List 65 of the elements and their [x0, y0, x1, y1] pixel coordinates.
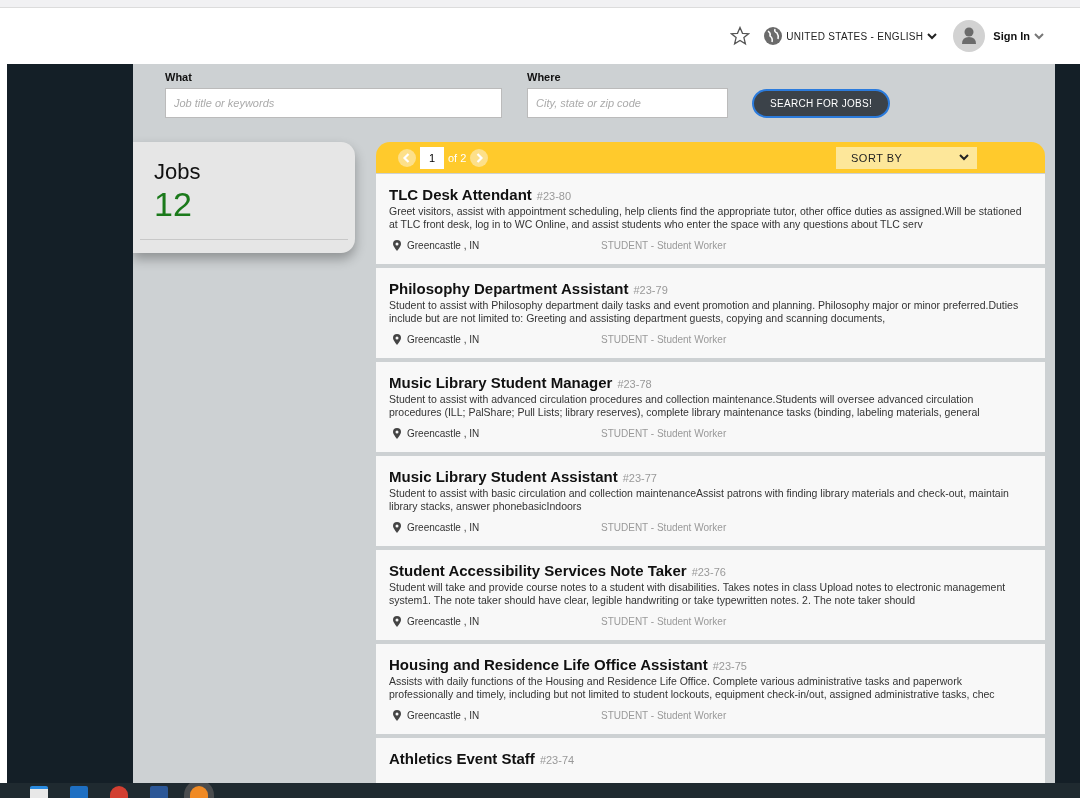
jobs-count: 12 — [154, 185, 193, 223]
job-type: STUDENT - Student Worker — [601, 522, 727, 533]
job-location: Greencastle , IN — [407, 240, 480, 251]
job-description: Student will take and provide course notes to a student with disabilities. Takes notes in class Upload notes to electronic management system1. The note taker should have clear, legible handwriting or take typewritten notes. 2. The note taker should — [389, 581, 1007, 607]
job-title[interactable]: Athletics Event Staff — [389, 750, 535, 767]
job-description: Student to assist with Philosophy department daily tasks and event promotion and planning. Philosophy major or minor preferred.Duties include but are not limited to: Greeting and assisting department guests, copying and scanning documents, — [389, 299, 1020, 325]
job-card[interactable] — [376, 456, 1045, 546]
job-type: STUDENT - Student Worker — [601, 710, 727, 721]
job-code: #23-75 — [712, 660, 747, 672]
job-code: #23-74 — [539, 754, 575, 766]
location-pin-icon — [393, 240, 401, 251]
job-card[interactable] — [376, 268, 1045, 358]
sign-in-menu[interactable]: Sign In — [993, 30, 1044, 42]
page-count: of 2 — [448, 151, 467, 164]
sort-dropdown[interactable]: SORT BY — [836, 146, 977, 169]
job-description: Student to assist with basic circulation and collection maintenanceAssist patrons with finding library materials and check-out, maintain library stacks, answer phonebasicIndoors — [389, 487, 1010, 513]
job-description: Student to assist with advanced circulation procedures and collection maintenance.Students will oversee advanced circulation procedures (ILL; PalShare; Pull Lists; library reserves), complete library maintenance tasks (binding, labeling materials, general — [389, 393, 981, 419]
job-code: #23-76 — [691, 566, 726, 578]
job-location: Greencastle , IN — [407, 710, 480, 721]
job-card[interactable]: Athletics Event Staff #23-74 — [376, 738, 1045, 783]
job-code: #23-80 — [536, 190, 572, 202]
job-description: Assists with daily functions of the Housing and Residence Life Office. Complete various administrative tasks and paperwork professionally and timely, including but not limited to student lockouts, equipment check-in/out, assigned administrative tasks, chec — [389, 675, 996, 701]
field-label: Where — [527, 71, 562, 83]
job-location: Greencastle , IN — [407, 616, 480, 627]
search-button[interactable]: SEARCH FOR JOBS! — [752, 89, 891, 118]
job-type: STUDENT - Student Worker — [601, 240, 727, 251]
job-description: Greet visitors, assist with appointment scheduling, help clients find the appropriate tutor, other office duties as assigned.Will be stationed at TLC front desk, log in to WC Online, and assist students who enter the space with any questions about TLC serv — [389, 205, 1023, 231]
job-title[interactable]: TLC Desk Attendant — [389, 186, 532, 203]
job-title[interactable]: Music Library Student Manager — [389, 374, 613, 391]
job-card[interactable] — [376, 644, 1045, 734]
jobs-heading: Jobs — [154, 159, 202, 185]
star-icon[interactable] — [730, 26, 751, 46]
chevron-down-icon — [927, 32, 938, 40]
location-pin-icon — [393, 428, 401, 439]
page-number-field[interactable]: 1 — [420, 146, 444, 169]
job-code: #23-78 — [617, 378, 652, 390]
job-title[interactable]: Student Accessibility Services Note Taker — [389, 562, 687, 579]
globe-icon — [764, 27, 783, 45]
location-field[interactable]: City, state or zip code — [527, 88, 728, 118]
job-card[interactable] — [376, 362, 1045, 452]
avatar-icon[interactable] — [953, 20, 986, 52]
job-location: Greencastle , IN — [407, 334, 480, 345]
job-card[interactable] — [376, 174, 1045, 264]
store-icon[interactable] — [30, 786, 48, 798]
job-card[interactable] — [376, 550, 1045, 640]
chevron-down-icon — [959, 154, 969, 161]
language-selector[interactable]: UNITED STATES - ENGLISH — [786, 30, 938, 42]
job-type: STUDENT - Student Worker — [601, 334, 727, 345]
keyword-field[interactable]: Job title or keywords — [165, 88, 502, 118]
location-pin-icon — [393, 616, 401, 627]
location-pin-icon — [393, 334, 401, 345]
job-location: Greencastle , IN — [407, 428, 480, 439]
location-pin-icon — [393, 522, 401, 533]
location-pin-icon — [393, 710, 401, 721]
browser-icon[interactable] — [110, 786, 128, 798]
job-title[interactable]: Music Library Student Assistant — [389, 468, 618, 485]
chevron-down-icon — [1034, 32, 1044, 40]
job-type: STUDENT - Student Worker — [601, 428, 727, 439]
field-label: What — [165, 71, 193, 83]
job-code: #23-79 — [633, 284, 668, 296]
job-code: #23-77 — [622, 472, 657, 484]
job-title[interactable]: Housing and Residence Life Office Assistant — [389, 656, 708, 673]
job-location: Greencastle , IN — [407, 522, 480, 533]
job-title[interactable]: Philosophy Department Assistant — [389, 280, 629, 297]
job-type: STUDENT - Student Worker — [601, 616, 727, 627]
